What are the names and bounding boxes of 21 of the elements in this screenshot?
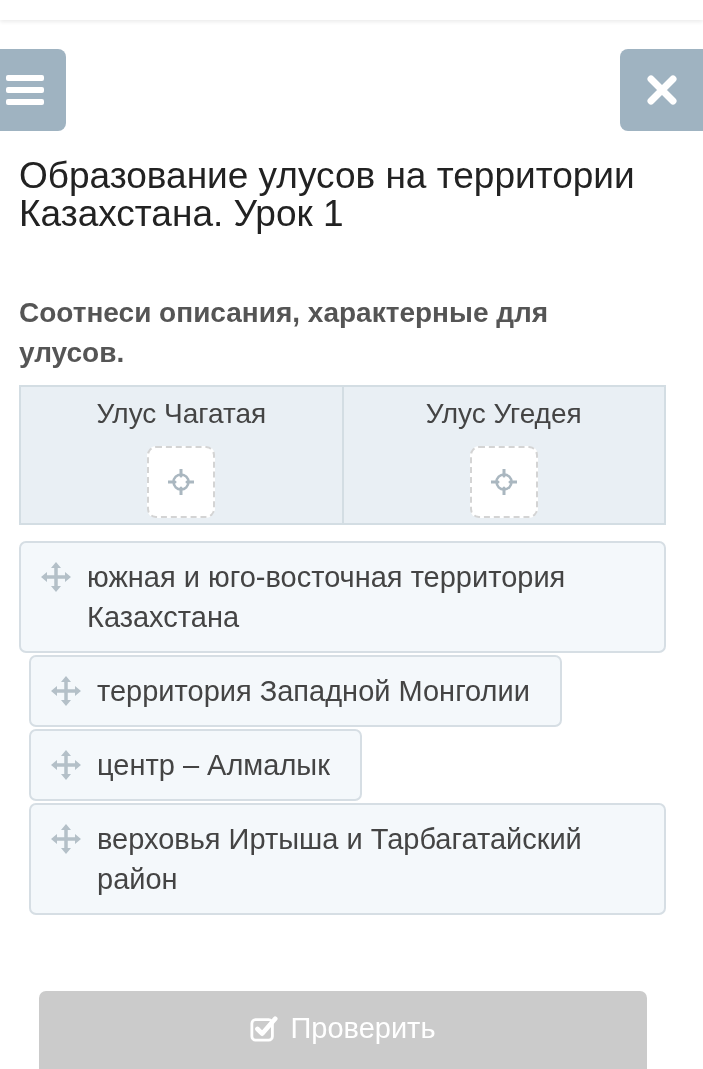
drop-zone[interactable] [147,446,216,518]
checkbox-tick-icon [250,1014,279,1043]
draggable-answer-card[interactable]: южная и юго-восточная территория Казахстана [19,541,666,653]
drop-zone[interactable] [469,446,538,518]
menu-button[interactable] [0,49,66,131]
draggable-answer-card[interactable]: центр – Алмалык [29,729,362,801]
close-icon [647,75,677,105]
move-arrows-icon [51,750,81,780]
category-heading: Улус Чагатая [96,397,267,431]
move-arrows-icon [51,676,81,706]
crosshair-icon [168,469,195,495]
lesson-title: Образование улусов на территории Казахстана. Урок 1 [19,157,636,233]
draggable-answer-card[interactable]: верховья Иртыша и Тарбагатайский район [29,803,666,915]
close-button[interactable] [620,49,703,131]
move-arrows-icon [51,824,81,854]
menu-icon [6,75,44,105]
move-arrows-icon [41,562,71,592]
draggable-answer-card[interactable]: территория Западной Монголии [29,655,562,727]
crosshair-icon [490,469,517,495]
question-text: Соотнеси описания, характерные для улусов. [19,296,550,370]
category-heading: Улус Угедея [425,397,582,431]
